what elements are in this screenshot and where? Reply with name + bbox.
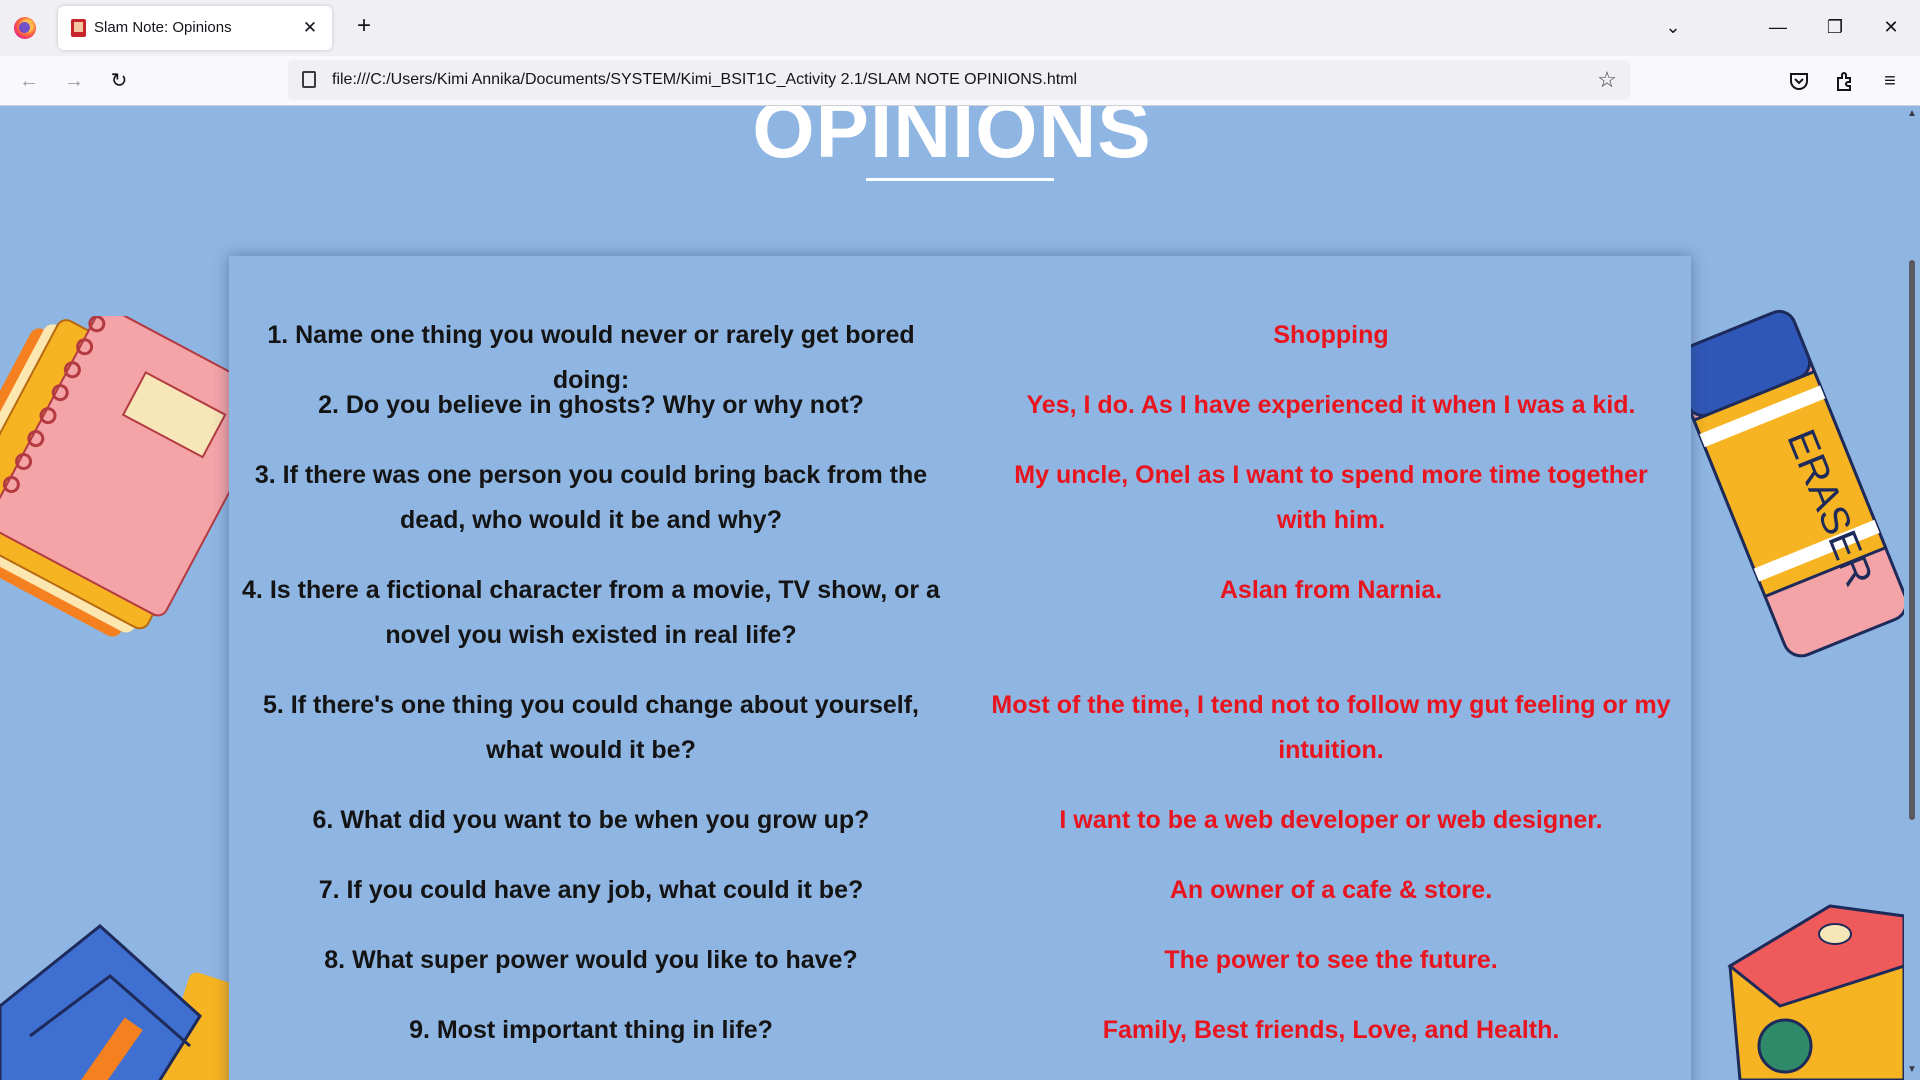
tab-active[interactable]: Slam Note: Opinions ✕: [58, 6, 332, 50]
extensions-icon[interactable]: [1830, 66, 1860, 96]
question-7: 7. If you could have any job, what could…: [318, 876, 864, 904]
answer-3: My uncle, Onel as I want to spend more t…: [1014, 461, 1648, 534]
page-content: ERASER OPINIONS 1. Name one thing you wo…: [0, 106, 1904, 1080]
opinions-card: 1. Name one thing you would never or rar…: [229, 256, 1691, 1080]
reload-icon[interactable]: ↻: [104, 66, 134, 96]
minimize-icon[interactable]: —: [1763, 12, 1793, 42]
restore-icon[interactable]: ❐: [1820, 12, 1850, 42]
answer-8: The power to see the future.: [1164, 946, 1498, 974]
answer-1: Shopping: [1273, 321, 1389, 349]
question-8: 8. What super power would you like to ha…: [324, 946, 858, 974]
eraser-decoration: ERASER: [1690, 309, 1904, 658]
sharpener-decoration: [1727, 904, 1904, 1080]
question-3: 3. If there was one person you could bri…: [254, 461, 928, 534]
page-icon: [302, 71, 316, 88]
url-bar[interactable]: file:///C:/Users/Kimi Annika/Documents/S…: [288, 60, 1630, 100]
navigation-bar: ← → ↻ file:///C:/Users/Kimi Annika/Docum…: [0, 56, 1920, 106]
tab-bar: Slam Note: Opinions ✕ + ⌄ — ❐ ✕: [0, 0, 1920, 56]
question-2: 2. Do you believe in ghosts? Why or why …: [318, 391, 864, 419]
book-favicon-icon: [71, 19, 86, 37]
page-title: OPINIONS: [752, 106, 1152, 174]
answer-6: I want to be a web developer or web desi…: [1059, 806, 1603, 834]
url-text[interactable]: file:///C:/Users/Kimi Annika/Documents/S…: [332, 71, 1077, 89]
plus-icon[interactable]: +: [350, 13, 378, 41]
answer-7: An owner of a cafe & store.: [1169, 876, 1493, 904]
scroll-down-icon[interactable]: ▼: [1906, 1064, 1918, 1076]
forward-icon[interactable]: →: [59, 66, 89, 96]
question-4: 4. Is there a fictional character from a…: [242, 576, 940, 649]
question-9: 9. Most important thing in life?: [409, 1016, 773, 1044]
vertical-scrollbar[interactable]: ▲ ▼: [1904, 106, 1920, 1080]
pocket-icon[interactable]: [1784, 66, 1814, 96]
firefox-logo-icon: [14, 17, 36, 39]
star-icon[interactable]: ☆: [1592, 65, 1622, 95]
title-underline: [866, 178, 1054, 181]
window-close-icon[interactable]: ✕: [1876, 12, 1906, 42]
answer-9: Family, Best friends, Love, and Health.: [1102, 1016, 1560, 1044]
question-5: 5. If there's one thing you could change…: [262, 691, 920, 764]
answer-4: Aslan from Narnia.: [1219, 576, 1443, 604]
scroll-up-icon[interactable]: ▲: [1906, 108, 1918, 120]
question-6: 6. What did you want to be when you grow…: [312, 806, 870, 834]
scroll-thumb[interactable]: [1909, 260, 1915, 820]
tab-title: Slam Note: Opinions: [94, 19, 232, 36]
answer-5: Most of the time, I tend not to follow m…: [991, 691, 1671, 764]
close-icon[interactable]: ✕: [298, 16, 322, 40]
chevron-down-icon[interactable]: ⌄: [1658, 12, 1688, 42]
answer-2: Yes, I do. As I have experienced it when…: [1026, 391, 1636, 419]
menu-icon[interactable]: ≡: [1875, 66, 1905, 96]
back-icon[interactable]: ←: [14, 66, 44, 96]
